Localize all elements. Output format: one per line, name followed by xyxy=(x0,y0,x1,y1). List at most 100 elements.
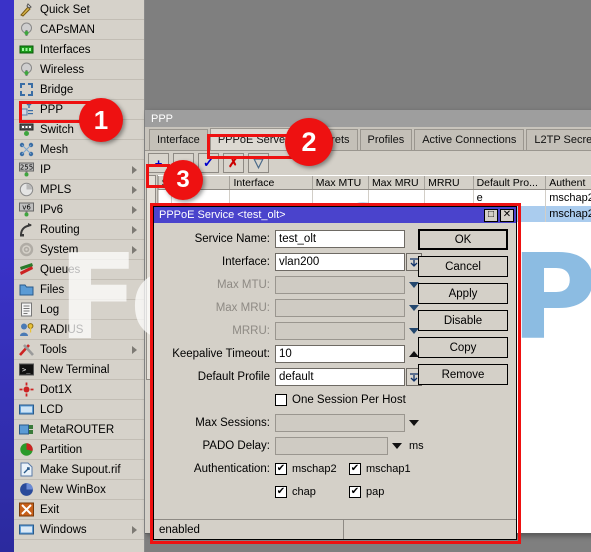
column-header-label: MRRU xyxy=(428,176,460,189)
tab-l2tp-secrets[interactable]: L2TP Secrets xyxy=(526,129,591,150)
sidebar-item-metarouter[interactable]: MetaROUTER xyxy=(14,420,144,440)
sidebar-item-label: Windows xyxy=(40,523,87,536)
sidebar-item-label: Make Supout.rif xyxy=(40,463,121,476)
column-header[interactable]: Interface xyxy=(230,176,313,189)
sidebar-item-tools[interactable]: Tools xyxy=(14,340,144,360)
tab-label: Profiles xyxy=(367,134,405,146)
sidebar-item-wireless[interactable]: Wireless xyxy=(14,60,144,80)
sidebar-item-partition[interactable]: Partition xyxy=(14,440,144,460)
sidebar-item-label: Interfaces xyxy=(40,43,91,56)
tab-label: Interface xyxy=(157,134,200,146)
antenna-icon xyxy=(19,62,34,77)
radius-icon xyxy=(19,322,34,337)
windows-icon xyxy=(19,522,34,537)
ip-icon: 255 xyxy=(19,162,34,177)
sidebar-item-ip[interactable]: 255 IP xyxy=(14,160,144,180)
tab-label: L2TP Secrets xyxy=(534,134,591,146)
sidebar-item-label: Mesh xyxy=(40,143,69,156)
sidebar-item-label: Wireless xyxy=(40,63,85,76)
table-header-row: SN... △InterfaceMax MTUMax MRUMRRUDefaul… xyxy=(145,175,591,190)
sidebar-item-interfaces[interactable]: Interfaces xyxy=(14,40,144,60)
sidebar-item-mesh[interactable]: Mesh xyxy=(14,140,144,160)
exit-icon xyxy=(19,502,34,517)
svg-text:>_: >_ xyxy=(22,366,31,374)
svg-text:255: 255 xyxy=(20,164,33,172)
mpls-icon xyxy=(19,182,34,197)
column-header[interactable]: Max MRU xyxy=(369,176,426,189)
chevron-right-icon xyxy=(132,185,137,194)
sidebar-item-label: LCD xyxy=(40,403,64,416)
annotation-badge-1: 1 xyxy=(79,98,123,142)
winbox-icon xyxy=(19,482,34,497)
sidebar-item-label: Log xyxy=(40,303,60,316)
wand-icon xyxy=(19,2,34,17)
column-header-label: Default Pro... xyxy=(476,176,538,189)
antenna-icon xyxy=(19,22,34,37)
sidebar-item-system[interactable]: System xyxy=(14,240,144,260)
sidebar-item-dot1x[interactable]: Dot1X xyxy=(14,380,144,400)
tab-label: Active Connections xyxy=(422,134,517,146)
sidebar-item-quick-set[interactable]: Quick Set xyxy=(14,0,144,20)
tab-interface[interactable]: Interface xyxy=(149,129,208,150)
sidebar-item-mpls[interactable]: MPLS xyxy=(14,180,144,200)
supout-icon xyxy=(19,462,34,477)
column-header[interactable]: Max MTU xyxy=(313,176,369,189)
sidebar-item-queues[interactable]: Queues xyxy=(14,260,144,280)
chevron-right-icon xyxy=(132,205,137,214)
sidebar-item-windows[interactable]: Windows xyxy=(14,520,144,540)
sidebar-item-label: Switch xyxy=(40,123,74,136)
column-header[interactable]: Authent xyxy=(546,176,591,189)
sidebar-item-lcd[interactable]: LCD xyxy=(14,400,144,420)
interfaces-icon xyxy=(19,42,34,57)
terminal-icon: >_ xyxy=(19,362,34,377)
folder-icon xyxy=(19,282,34,297)
sidebar-item-label: IP xyxy=(40,163,51,176)
sidebar-item-bridge[interactable]: Bridge xyxy=(14,80,144,100)
column-header-label: Interface xyxy=(233,176,275,189)
tab-profiles[interactable]: Profiles xyxy=(359,129,413,150)
column-header-label: Max MRU xyxy=(371,176,419,189)
column-header[interactable]: Default Pro... xyxy=(474,176,547,189)
dot1x-icon xyxy=(19,382,34,397)
sidebar-item-routing[interactable]: Routing xyxy=(14,220,144,240)
sidebar-item-files[interactable]: Files xyxy=(14,280,144,300)
table-cell-auth: mschap2 xyxy=(546,206,591,222)
sidebar-item-label: New WinBox xyxy=(40,483,106,496)
bridge-icon xyxy=(19,82,34,97)
ipv6-icon: v6 xyxy=(19,202,34,217)
metarouter-icon xyxy=(19,422,34,437)
sidebar-menu: Quick Set CAPsMAN Interfaces Wireless Bridge… xyxy=(14,0,145,552)
chevron-right-icon xyxy=(132,525,137,534)
sidebar-item-ipv6[interactable]: v6 IPv6 xyxy=(14,200,144,220)
sidebar-item-label: Queues xyxy=(40,263,81,276)
sidebar-item-label: Routing xyxy=(40,223,80,236)
sidebar-item-label: Tools xyxy=(40,343,67,356)
sidebar-item-make-supout-rif[interactable]: Make Supout.rif xyxy=(14,460,144,480)
tab-active-connections[interactable]: Active Connections xyxy=(414,129,525,150)
chevron-right-icon xyxy=(132,245,137,254)
sidebar-item-capsman[interactable]: CAPsMAN xyxy=(14,20,144,40)
table-cell-auth: mschap2 xyxy=(546,190,591,206)
sidebar-item-label: Files xyxy=(40,283,65,296)
sidebar-item-label: Partition xyxy=(40,443,83,456)
ppp-window-title: PPP xyxy=(151,112,174,125)
lcd-icon xyxy=(19,402,34,417)
svg-text:v6: v6 xyxy=(22,204,31,212)
sidebar-item-label: CAPsMAN xyxy=(40,23,95,36)
sidebar-item-log[interactable]: Log xyxy=(14,300,144,320)
column-header-label: Authent xyxy=(549,176,586,189)
log-icon xyxy=(19,302,34,317)
ppp-window-titlebar[interactable]: PPP xyxy=(145,110,591,127)
sidebar-item-label: Bridge xyxy=(40,83,74,96)
sidebar-item-exit[interactable]: Exit xyxy=(14,500,144,520)
column-header[interactable]: MRRU xyxy=(425,176,474,189)
sidebar-item-radius[interactable]: RADIUS xyxy=(14,320,144,340)
annotation-badge-3: 3 xyxy=(163,160,203,200)
sidebar-item-label: Exit xyxy=(40,503,60,516)
queues-icon xyxy=(19,262,34,277)
sidebar-item-new-winbox[interactable]: New WinBox xyxy=(14,480,144,500)
sidebar-item-label: MetaROUTER xyxy=(40,423,115,436)
sidebar-item-label: MPLS xyxy=(40,183,72,196)
sidebar-item-new-terminal[interactable]: >_ New Terminal xyxy=(14,360,144,380)
sidebar-item-label: System xyxy=(40,243,79,256)
